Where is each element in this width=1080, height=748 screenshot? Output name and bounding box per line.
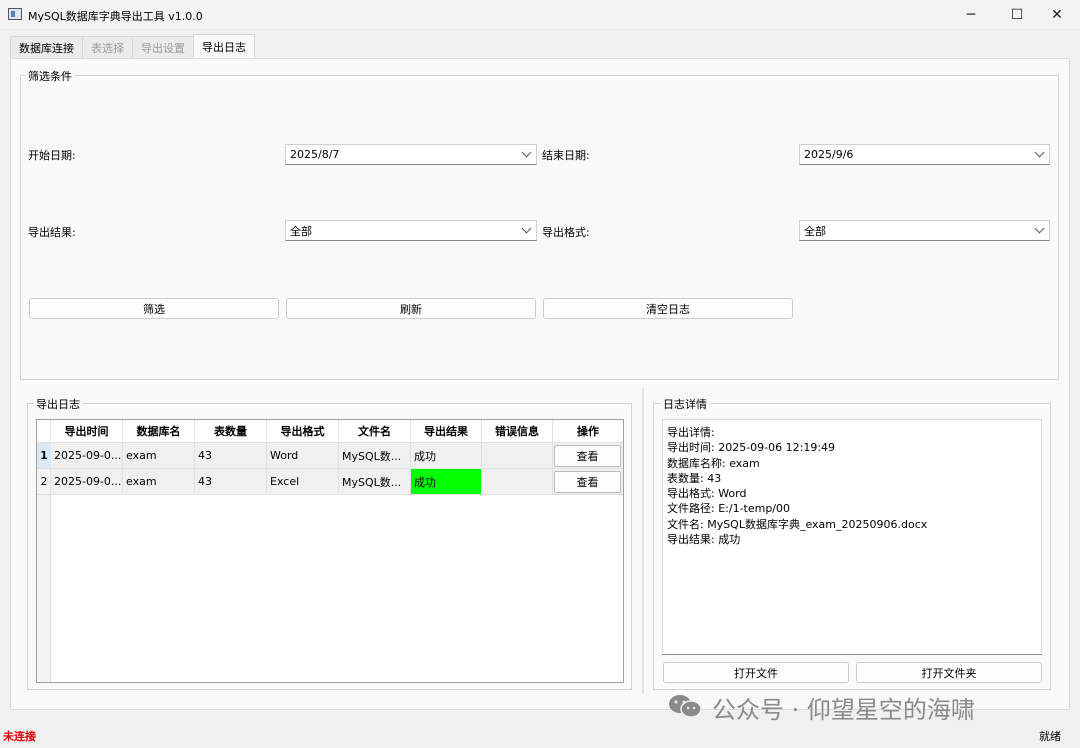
export-log-group-title: 导出日志: [34, 396, 82, 412]
detail-line: 导出结果: 成功: [667, 533, 741, 547]
export-format-select[interactable]: 全部: [799, 220, 1050, 241]
cell-export-time[interactable]: 2025-09-0...: [51, 443, 123, 469]
chevron-down-icon: [1034, 223, 1045, 234]
export-log-table: 导出时间 数据库名 表数量 导出格式 文件名 导出结果 错误信息 操作 1 20…: [36, 419, 624, 683]
cell-format[interactable]: Excel: [267, 469, 339, 495]
export-result-label: 导出结果:: [28, 226, 76, 239]
end-date-label: 结束日期:: [542, 149, 590, 162]
cell-filename[interactable]: MySQL数...: [339, 443, 411, 469]
cell-error[interactable]: [482, 443, 553, 469]
close-button[interactable]: ✕: [1034, 0, 1080, 30]
export-format-label: 导出格式:: [542, 226, 590, 239]
start-date-value: 2025/8/7: [290, 148, 340, 161]
log-details-group-title: 日志详情: [661, 396, 709, 412]
chevron-down-icon: [521, 223, 532, 234]
column-header[interactable]: 表数量: [195, 420, 267, 443]
chevron-down-icon: [1034, 147, 1045, 158]
export-result-select[interactable]: 全部: [285, 220, 537, 241]
tab-export-settings[interactable]: 导出设置: [132, 36, 194, 58]
open-folder-button[interactable]: 打开文件夹: [856, 662, 1042, 683]
connection-status: 未连接: [3, 730, 36, 743]
cell-database[interactable]: exam: [123, 469, 195, 495]
view-button[interactable]: 查看: [554, 470, 621, 493]
ready-status: 就绪: [1039, 730, 1061, 743]
detail-line: 文件名: MySQL数据库字典_exam_20250906.docx: [667, 517, 928, 531]
cell-table-count[interactable]: 43: [195, 443, 267, 469]
open-file-button[interactable]: 打开文件: [663, 662, 849, 683]
tab-export-log[interactable]: 导出日志: [193, 34, 255, 58]
minimize-icon: ─: [966, 7, 976, 23]
tab-database-connection[interactable]: 数据库连接: [10, 36, 83, 58]
refresh-button[interactable]: 刷新: [286, 298, 536, 319]
cell-error[interactable]: [482, 469, 553, 495]
row-number[interactable]: 2: [37, 469, 51, 495]
splitter-handle[interactable]: [642, 388, 644, 694]
filter-button[interactable]: 筛选: [29, 298, 279, 319]
app-icon: [8, 8, 22, 20]
watermark-text: 公众号 · 仰望星空的海啸: [712, 696, 975, 724]
export-result-value: 全部: [290, 224, 312, 238]
detail-line: 数据库名称: exam: [667, 456, 760, 470]
column-header[interactable]: 数据库名: [123, 420, 195, 443]
end-date-value: 2025/9/6: [804, 148, 854, 161]
cell-action: 查看: [553, 469, 623, 495]
detail-line: 表数量: 43: [667, 471, 722, 485]
view-button[interactable]: 查看: [554, 444, 621, 467]
column-header[interactable]: 导出时间: [51, 420, 123, 443]
clear-log-button[interactable]: 清空日志: [543, 298, 793, 319]
export-format-value: 全部: [804, 224, 826, 238]
detail-line: 文件路径: E:/1-temp/00: [667, 502, 791, 516]
column-header[interactable]: 文件名: [339, 420, 411, 443]
column-header[interactable]: 导出结果: [411, 420, 482, 443]
close-icon: ✕: [1051, 7, 1063, 23]
minimize-button[interactable]: ─: [948, 0, 994, 30]
log-details-text[interactable]: 导出详情: 导出时间: 2025-09-06 12:19:49 数据库名称: e…: [662, 419, 1042, 655]
cell-database[interactable]: exam: [123, 443, 195, 469]
column-header[interactable]: 导出格式: [267, 420, 339, 443]
cell-format[interactable]: Word: [267, 443, 339, 469]
column-header[interactable]: 操作: [553, 420, 623, 443]
chevron-down-icon: [521, 147, 532, 158]
row-number[interactable]: 1: [37, 443, 51, 469]
cell-export-time[interactable]: 2025-09-0...: [51, 469, 123, 495]
cell-action: 查看: [553, 443, 623, 469]
cell-result[interactable]: 成功: [411, 443, 482, 469]
end-date-picker[interactable]: 2025/9/6: [799, 144, 1050, 165]
window-title: MySQL数据库字典导出工具 v1.0.0: [28, 10, 203, 23]
cell-result[interactable]: 成功: [411, 469, 482, 495]
maximize-icon: ☐: [1010, 7, 1024, 23]
column-header[interactable]: 错误信息: [482, 420, 553, 443]
detail-line: 导出格式: Word: [667, 487, 747, 501]
tab-bar: 数据库连接 表选择 导出设置 导出日志: [10, 34, 255, 58]
title-bar: MySQL数据库字典导出工具 v1.0.0: [0, 0, 1080, 30]
status-bar: 未连接 就绪: [0, 722, 1080, 748]
cell-table-count[interactable]: 43: [195, 469, 267, 495]
start-date-picker[interactable]: 2025/8/7: [285, 144, 537, 165]
wechat-icon: [669, 695, 702, 718]
table-corner: [37, 420, 51, 443]
filter-group-title: 筛选条件: [26, 68, 74, 84]
tab-table-selection[interactable]: 表选择: [82, 36, 133, 58]
start-date-label: 开始日期:: [28, 149, 76, 162]
detail-line: 导出时间: 2025-09-06 12:19:49: [667, 441, 836, 455]
detail-line: 导出详情:: [667, 426, 715, 439]
cell-filename[interactable]: MySQL数...: [339, 469, 411, 495]
